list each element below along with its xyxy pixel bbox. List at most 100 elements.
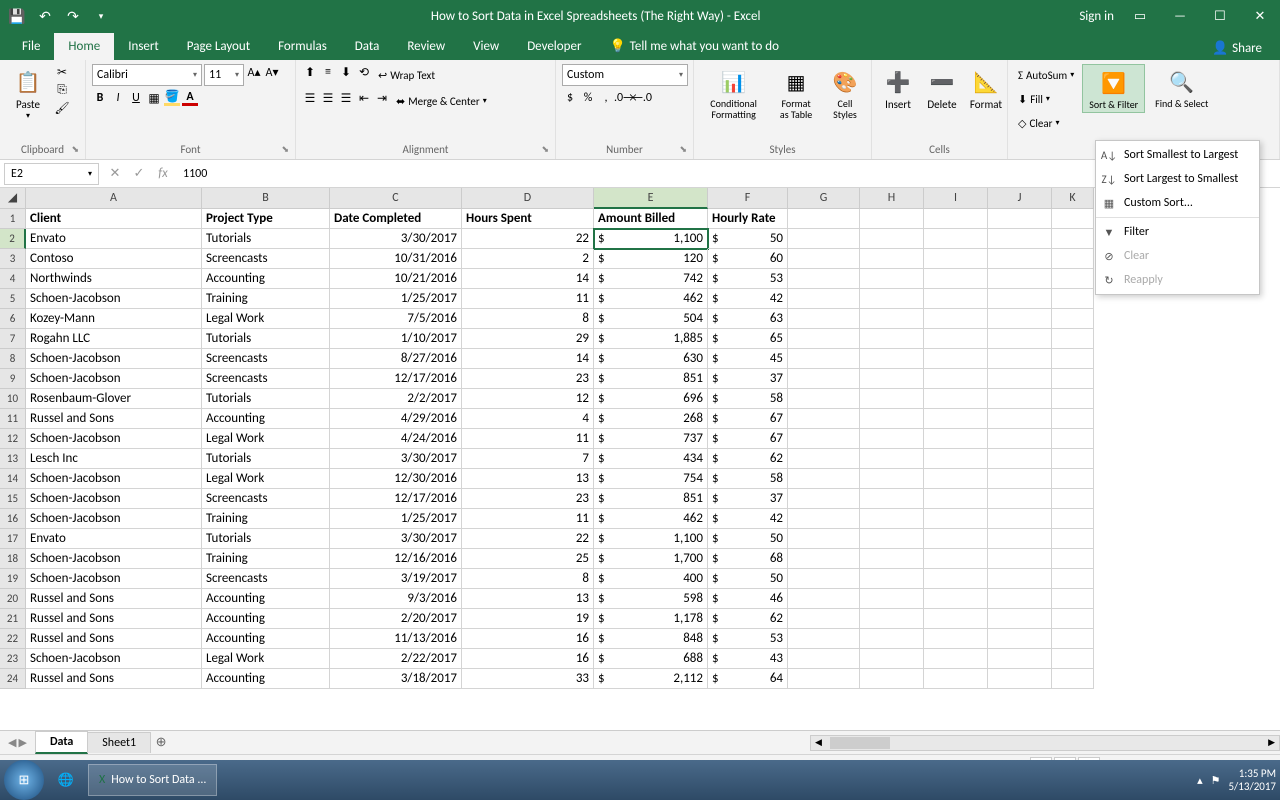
cell-rate[interactable]: $37 <box>708 369 788 389</box>
empty-cell[interactable] <box>860 429 924 449</box>
empty-cell[interactable] <box>1052 289 1094 309</box>
cell-rate[interactable]: $68 <box>708 549 788 569</box>
cell-client[interactable]: Rosenbaum-Glover <box>26 389 202 409</box>
scroll-thumb[interactable] <box>830 737 890 749</box>
header-cell[interactable]: Amount Billed <box>594 209 708 229</box>
cell-rate[interactable]: $62 <box>708 609 788 629</box>
empty-cell[interactable] <box>1052 389 1094 409</box>
row-header-20[interactable]: 20 <box>0 589 26 609</box>
font-color-icon[interactable]: A <box>182 90 198 106</box>
fill-button[interactable]: ⬇Fill▾ <box>1014 88 1078 110</box>
taskbar-excel-window[interactable]: X How to Sort Data ... <box>88 764 217 796</box>
cell-date[interactable]: 1/10/2017 <box>330 329 462 349</box>
row-header-10[interactable]: 10 <box>0 389 26 409</box>
sort-filter-button[interactable]: 🔽Sort & Filter <box>1082 64 1145 113</box>
empty-cell[interactable] <box>1052 489 1094 509</box>
cell-project[interactable]: Training <box>202 509 330 529</box>
cell-project[interactable]: Legal Work <box>202 429 330 449</box>
row-header-19[interactable]: 19 <box>0 569 26 589</box>
cell-hours[interactable]: 23 <box>462 369 594 389</box>
cell-client[interactable]: Schoen-Jacobson <box>26 369 202 389</box>
cell-client[interactable]: Schoen-Jacobson <box>26 289 202 309</box>
cell-project[interactable]: Accounting <box>202 589 330 609</box>
sheet-nav-prev-icon[interactable]: ◀ <box>8 736 16 749</box>
row-header-13[interactable]: 13 <box>0 449 26 469</box>
cell-billed[interactable]: $268 <box>594 409 708 429</box>
align-middle-icon[interactable]: ≡ <box>320 64 336 80</box>
tab-home[interactable]: Home <box>54 33 114 60</box>
cell-project[interactable]: Screencasts <box>202 369 330 389</box>
cell-client[interactable]: Schoen-Jacobson <box>26 469 202 489</box>
empty-cell[interactable] <box>924 409 988 429</box>
col-header-J[interactable]: J <box>988 188 1052 209</box>
cell-project[interactable]: Legal Work <box>202 469 330 489</box>
empty-cell[interactable] <box>860 389 924 409</box>
cell-client[interactable]: Schoen-Jacobson <box>26 509 202 529</box>
percent-icon[interactable]: % <box>580 90 596 106</box>
col-header-F[interactable]: F <box>708 188 788 209</box>
cell-date[interactable]: 3/30/2017 <box>330 229 462 249</box>
empty-cell[interactable] <box>860 329 924 349</box>
empty-cell[interactable] <box>924 549 988 569</box>
cell-billed[interactable]: $2,112 <box>594 669 708 689</box>
cell-project[interactable]: Tutorials <box>202 389 330 409</box>
cell-date[interactable]: 10/31/2016 <box>330 249 462 269</box>
header-cell[interactable]: Hours Spent <box>462 209 594 229</box>
merge-center-button[interactable]: ⬌Merge & Center▾ <box>392 90 491 112</box>
cell-date[interactable]: 7/5/2016 <box>330 309 462 329</box>
empty-cell[interactable] <box>860 289 924 309</box>
cell-client[interactable]: Northwinds <box>26 269 202 289</box>
cell-date[interactable]: 12/30/2016 <box>330 469 462 489</box>
empty-cell[interactable] <box>924 329 988 349</box>
cell-date[interactable]: 12/16/2016 <box>330 549 462 569</box>
empty-cell[interactable] <box>788 229 860 249</box>
empty-cell[interactable] <box>860 229 924 249</box>
cell-billed[interactable]: $737 <box>594 429 708 449</box>
empty-cell[interactable] <box>1052 369 1094 389</box>
cell-hours[interactable]: 8 <box>462 569 594 589</box>
cell-billed[interactable]: $848 <box>594 629 708 649</box>
cell-client[interactable]: Schoen-Jacobson <box>26 569 202 589</box>
empty-cell[interactable] <box>924 289 988 309</box>
format-painter-icon[interactable]: 🖌 <box>54 100 70 116</box>
underline-icon[interactable]: U <box>128 90 144 106</box>
cell-billed[interactable]: $688 <box>594 649 708 669</box>
empty-cell[interactable] <box>860 529 924 549</box>
empty-cell[interactable] <box>988 249 1052 269</box>
empty-cell[interactable] <box>924 369 988 389</box>
cell-client[interactable]: Russel and Sons <box>26 629 202 649</box>
empty-cell[interactable] <box>924 209 988 229</box>
cell-billed[interactable]: $1,700 <box>594 549 708 569</box>
empty-cell[interactable] <box>788 509 860 529</box>
cell-date[interactable]: 4/24/2016 <box>330 429 462 449</box>
font-name-combo[interactable]: Calibri▾ <box>92 64 202 86</box>
cell-hours[interactable]: 22 <box>462 229 594 249</box>
cell-hours[interactable]: 22 <box>462 529 594 549</box>
tray-chevron-icon[interactable]: ▴ <box>1197 774 1203 787</box>
alignment-launcher-icon[interactable]: ⬊ <box>541 144 549 155</box>
empty-cell[interactable] <box>1052 589 1094 609</box>
cell-client[interactable]: Lesch Inc <box>26 449 202 469</box>
sign-in-link[interactable]: Sign in <box>1079 9 1114 24</box>
cell-client[interactable]: Envato <box>26 529 202 549</box>
empty-cell[interactable] <box>860 209 924 229</box>
empty-cell[interactable] <box>788 549 860 569</box>
empty-cell[interactable] <box>924 529 988 549</box>
sort-ascending-item[interactable]: A↓Sort Smallest to Largest <box>1096 143 1259 167</box>
cancel-formula-icon[interactable]: ✕ <box>103 166 127 181</box>
cell-billed[interactable]: $630 <box>594 349 708 369</box>
cell-rate[interactable]: $60 <box>708 249 788 269</box>
cell-billed[interactable]: $598 <box>594 589 708 609</box>
row-header-4[interactable]: 4 <box>0 269 26 289</box>
cell-date[interactable]: 4/29/2016 <box>330 409 462 429</box>
cell-billed[interactable]: $462 <box>594 289 708 309</box>
empty-cell[interactable] <box>988 229 1052 249</box>
cell-billed[interactable]: $851 <box>594 489 708 509</box>
row-header-6[interactable]: 6 <box>0 309 26 329</box>
empty-cell[interactable] <box>1052 209 1094 229</box>
cell-date[interactable]: 1/25/2017 <box>330 289 462 309</box>
cell-project[interactable]: Accounting <box>202 269 330 289</box>
empty-cell[interactable] <box>924 429 988 449</box>
empty-cell[interactable] <box>1052 329 1094 349</box>
empty-cell[interactable] <box>988 529 1052 549</box>
